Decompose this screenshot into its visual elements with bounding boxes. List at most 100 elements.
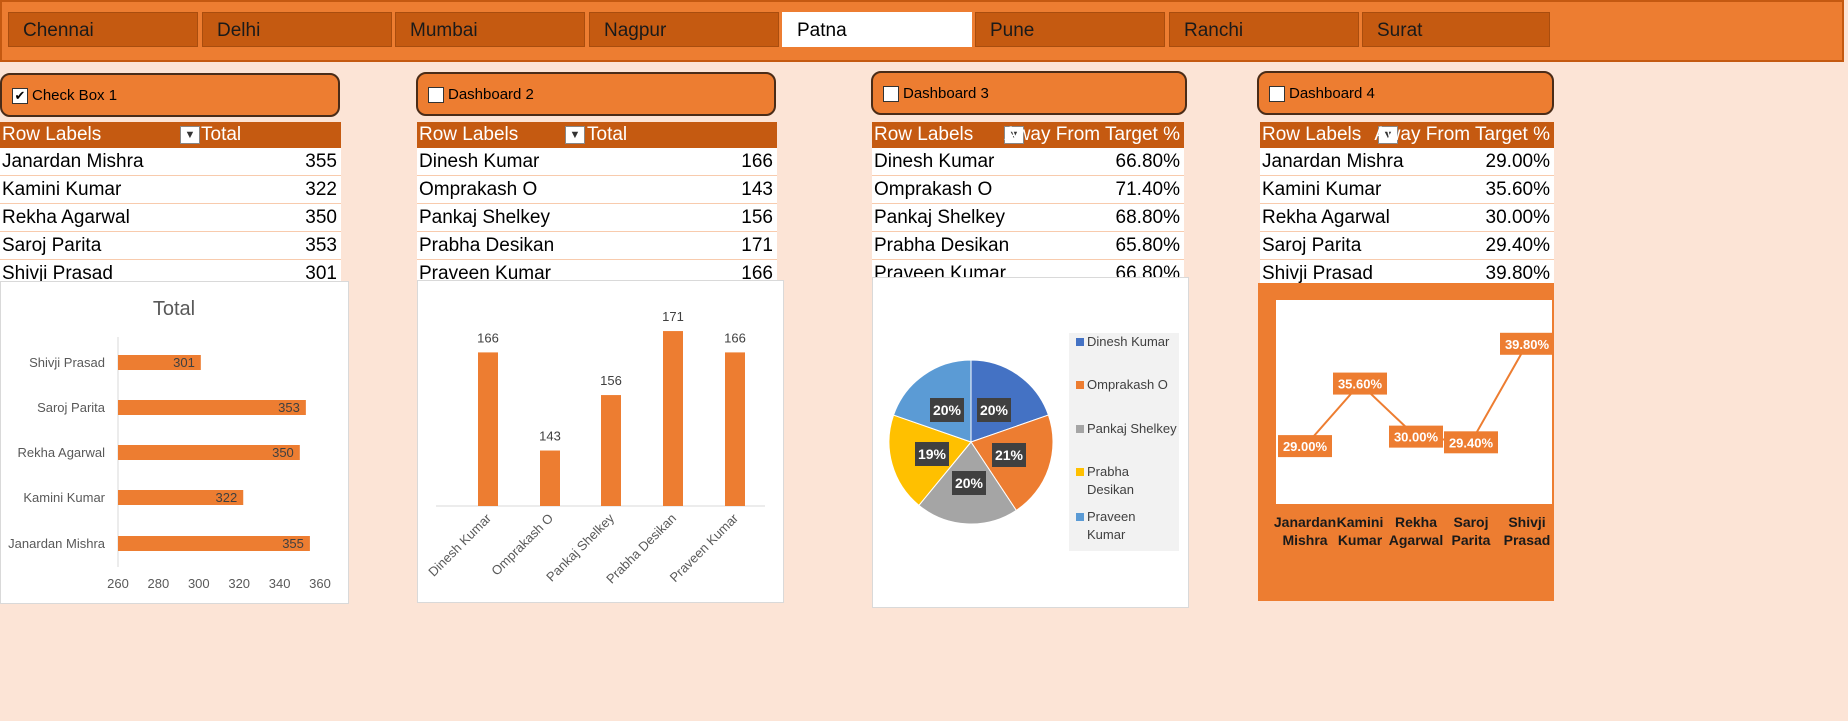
checkbox-icon[interactable]: ✔ — [12, 88, 28, 104]
slicer-item-ranchi[interactable]: Ranchi — [1169, 12, 1359, 47]
table-row: Dinesh Kumar 66.80% — [872, 148, 1184, 176]
table-row: Prabha Desikan 171 — [417, 232, 777, 260]
pie-chart-panel: 20% 21% 20% 19% 20% Dinesh Kumar Omprakash O Pa… — [872, 277, 1189, 608]
data-label: 166 — [724, 330, 746, 345]
legend-label: Pankaj Shelkey — [1087, 421, 1177, 436]
category-label: Kamini Kumar — [23, 490, 105, 505]
row-label: Omprakash O — [419, 179, 538, 200]
category-label: Omprakash O — [488, 511, 556, 579]
dashboard-2-checkbox[interactable]: Dashboard 2 — [416, 72, 776, 116]
row-value: 29.00% — [1485, 151, 1550, 172]
slicer-item-nagpur[interactable]: Nagpur — [589, 12, 779, 47]
total-bar-chart-panel: Total Janardan Mishra 355 Kamini Kumar 322 Re… — [0, 281, 349, 604]
checkbox-icon[interactable] — [428, 87, 444, 103]
data-label: 171 — [662, 309, 684, 324]
category-label: Janardan Mishra — [8, 536, 106, 551]
column-chart-panel: 166 Dinesh Kumar 143 Omprakash O 156 Pankaj S… — [417, 280, 784, 603]
legend-swatch — [1076, 338, 1084, 346]
slicer-item-chennai[interactable]: Chennai — [8, 12, 198, 47]
slicer-item-patna[interactable]: Patna — [782, 12, 972, 47]
row-value: 143 — [741, 179, 773, 200]
row-value: 35.60% — [1485, 179, 1550, 200]
line-chart-panel: 29.00% Janardan Mishra 35.60% Kamini Kumar 30.… — [1258, 283, 1554, 601]
row-value: 350 — [305, 207, 337, 228]
legend-swatch — [1076, 468, 1084, 476]
line-chart: 29.00% Janardan Mishra 35.60% Kamini Kumar 30.… — [1274, 300, 1554, 548]
category-label: Rekha Agarwal — [1389, 514, 1443, 548]
legend-label: Dinesh Kumar — [1087, 334, 1170, 349]
data-label: 35.60% — [1338, 377, 1383, 392]
table-row: Saroj Parita 353 — [0, 232, 341, 260]
row-value: 29.40% — [1485, 235, 1550, 256]
slicer-item-delhi[interactable]: Delhi — [202, 12, 392, 47]
dashboard-3-checkbox[interactable]: Dashboard 3 — [871, 71, 1187, 115]
checkbox-icon[interactable] — [883, 86, 899, 102]
value-header: Total — [201, 124, 242, 145]
pivot-header: Row Labels ▼ Away From Target % — [872, 122, 1184, 148]
table-row: Omprakash O 71.40% — [872, 176, 1184, 204]
check-box-1[interactable]: ✔ Check Box 1 — [0, 73, 340, 117]
row-label: Dinesh Kumar — [419, 151, 540, 172]
row-value: 353 — [305, 235, 337, 256]
row-value: 166 — [741, 151, 773, 172]
data-label: 143 — [539, 429, 561, 444]
data-label: 166 — [477, 330, 499, 345]
filter-icon[interactable]: ▼ — [180, 126, 200, 144]
row-label: Janardan Mishra — [2, 151, 144, 172]
table-row: Kamini Kumar 35.60% — [1260, 176, 1554, 204]
table-row: Kamini Kumar 322 — [0, 176, 341, 204]
row-label: Janardan Mishra — [1262, 151, 1404, 172]
legend-swatch — [1076, 425, 1084, 433]
plot-area — [1276, 300, 1552, 504]
data-label: 156 — [600, 373, 622, 388]
dashboard-4-checkbox[interactable]: Dashboard 4 — [1257, 71, 1554, 115]
x-tick-label: 340 — [269, 576, 291, 591]
data-label: 39.80% — [1505, 337, 1550, 352]
row-label: Kamini Kumar — [1262, 179, 1382, 200]
slicer-item-surat[interactable]: Surat — [1362, 12, 1550, 47]
row-labels-header: Row Labels — [2, 124, 102, 145]
row-value: 71.40% — [1115, 179, 1180, 200]
bar — [118, 536, 310, 551]
row-label: Saroj Parita — [1262, 235, 1362, 256]
filter-icon[interactable]: ▼ — [565, 126, 585, 144]
data-label: 20% — [933, 402, 962, 418]
category-label: Saroj Parita — [1452, 514, 1491, 548]
data-label: 19% — [918, 446, 947, 462]
bar — [478, 352, 498, 506]
row-value: 68.80% — [1115, 207, 1180, 228]
legend-label: Omprakash O — [1087, 377, 1168, 392]
x-tick-label: 320 — [228, 576, 250, 591]
row-labels-header: Row Labels — [419, 124, 519, 145]
pivot-table-3: Row Labels ▼ Away From Target % Dinesh K… — [872, 122, 1184, 288]
slicer-item-pune[interactable]: Pune — [975, 12, 1165, 47]
column-chart: 166Dinesh Kumar143Omprakash O156Pankaj S… — [425, 309, 765, 587]
slicer-item-mumbai[interactable]: Mumbai — [395, 12, 585, 47]
bar — [601, 395, 621, 506]
bar — [663, 331, 683, 506]
data-label: 20% — [980, 402, 1009, 418]
category-label: Shivji Prasad — [29, 355, 105, 370]
x-tick-label: 280 — [148, 576, 170, 591]
legend-swatch — [1076, 381, 1084, 389]
value-header: Total — [587, 124, 628, 145]
table-row: Prabha Desikan 65.80% — [872, 232, 1184, 260]
check-box-label: Dashboard 4 — [1289, 85, 1375, 102]
pivot-header: Row Labels ▼ Total — [417, 122, 777, 148]
row-label: Kamini Kumar — [2, 179, 122, 200]
table-row: Janardan Mishra 29.00% — [1260, 148, 1554, 176]
legend-swatch — [1076, 513, 1084, 521]
table-row: Saroj Parita 29.40% — [1260, 232, 1554, 260]
x-tick-label: 260 — [107, 576, 129, 591]
row-value: 355 — [305, 151, 337, 172]
value-header: Away From Target % — [1004, 124, 1180, 145]
row-label: Rekha Agarwal — [1262, 207, 1390, 228]
table-row: Omprakash O 143 — [417, 176, 777, 204]
checkbox-icon[interactable] — [1269, 86, 1285, 102]
row-value: 322 — [305, 179, 337, 200]
horizontal-bar-chart: Total Janardan Mishra 355 Kamini Kumar 322 Re… — [8, 298, 331, 591]
pivot-header: Row Labels ▼ Away From Target % — [1260, 122, 1554, 148]
bar — [540, 450, 560, 506]
table-row: Janardan Mishra 355 — [0, 148, 341, 176]
data-label: 29.40% — [1449, 435, 1494, 450]
